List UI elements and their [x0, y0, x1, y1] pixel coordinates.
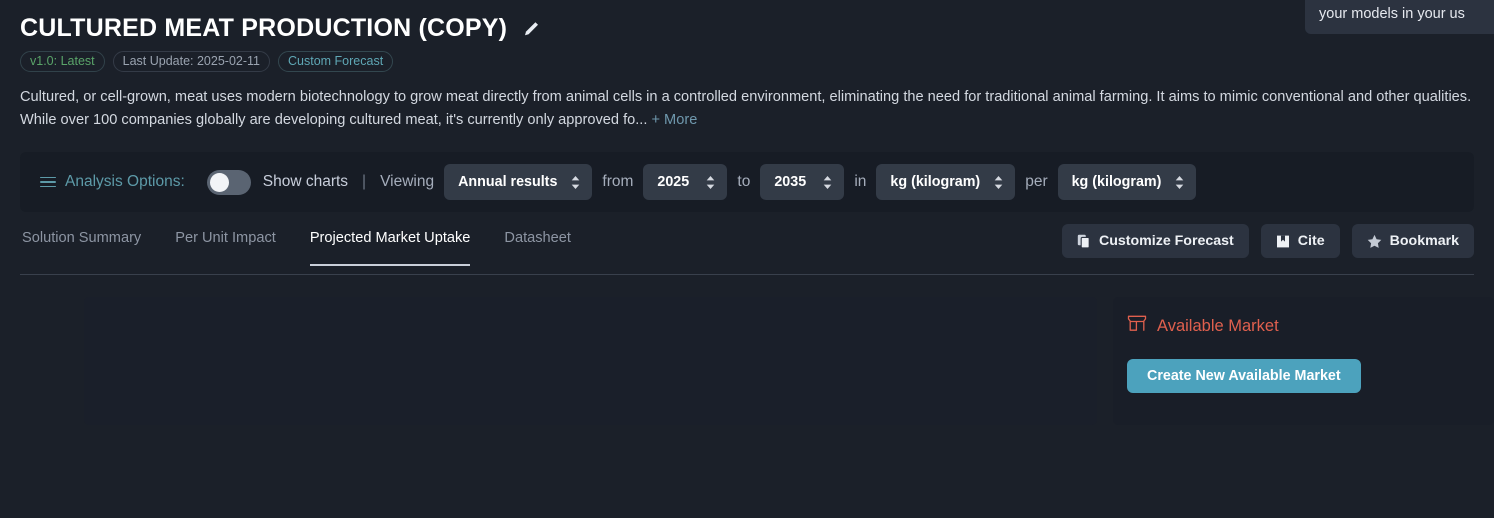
viewing-label: Viewing [380, 173, 435, 190]
per-unit-select[interactable]: kg (kilogram) [1057, 164, 1197, 200]
description-text: Cultured, or cell-grown, meat uses moder… [20, 89, 1472, 128]
available-market-panel: Available Market Create New Available Ma… [1113, 297, 1494, 425]
from-label: from [602, 173, 634, 190]
from-year-value: 2025 [657, 174, 690, 190]
to-year-value: 2035 [774, 174, 807, 190]
results-period-value: Annual results [458, 174, 558, 190]
action-buttons: Customize Forecast Cite Bookmark [1061, 224, 1474, 258]
available-market-title: Available Market [1157, 316, 1279, 335]
description-block: Cultured, or cell-grown, meat uses moder… [20, 86, 1474, 132]
show-charts-toggle[interactable] [206, 169, 251, 195]
tabs-row: Solution Summary Per Unit Impact Project… [20, 224, 1474, 274]
badge-last-update: Last Update: 2025-02-11 [112, 51, 270, 72]
analysis-options-bar: Analysis Options: Show charts | Viewing … [20, 152, 1474, 212]
tooltip-text: your models in your us [1319, 6, 1465, 22]
results-period-select[interactable]: Annual results [444, 164, 593, 200]
from-year-select[interactable]: 2025 [643, 164, 728, 200]
content-area: Available Market Create New Available Ma… [0, 297, 1494, 425]
chevron-updown-icon [570, 175, 581, 190]
page-header: Cultured Meat Production (Copy) v1.0: La… [0, 0, 1494, 72]
cite-label: Cite [1297, 233, 1325, 249]
tab-list: Solution Summary Per Unit Impact Project… [20, 230, 571, 266]
content-divider [20, 274, 1474, 275]
bookmark-label: Bookmark [1389, 233, 1459, 249]
customize-forecast-label: Customize Forecast [1098, 233, 1234, 249]
available-market-header: Available Market [1127, 315, 1494, 337]
tab-per-unit-impact[interactable]: Per Unit Impact [175, 230, 276, 264]
in-unit-select[interactable]: kg (kilogram) [876, 164, 1016, 200]
chart-panel [84, 297, 1097, 425]
analysis-options-menu[interactable]: Analysis Options: [40, 173, 185, 191]
star-icon [1367, 234, 1382, 249]
cite-button[interactable]: Cite [1260, 224, 1340, 258]
hamburger-icon [40, 176, 56, 188]
tab-solution-summary[interactable]: Solution Summary [22, 230, 141, 264]
bookmark-button[interactable]: Bookmark [1351, 224, 1474, 258]
badge-custom-forecast: Custom Forecast [278, 51, 394, 72]
per-label: per [1025, 173, 1048, 190]
chevron-updown-icon [822, 175, 833, 190]
title-row: Cultured Meat Production (Copy) [20, 14, 1494, 43]
create-available-market-label: Create New Available Market [1147, 368, 1341, 384]
customize-forecast-button[interactable]: Customize Forecast [1061, 224, 1249, 258]
more-link[interactable]: + More [651, 112, 697, 128]
badge-version: v1.0: Latest [20, 51, 105, 72]
badge-list: v1.0: Latest Last Update: 2025-02-11 Cus… [20, 51, 1494, 72]
chevron-updown-icon [1174, 175, 1185, 190]
book-icon [1276, 234, 1290, 249]
create-available-market-button[interactable]: Create New Available Market [1127, 359, 1361, 393]
to-label: to [737, 173, 751, 190]
copy-icon [1077, 234, 1091, 249]
pencil-icon[interactable] [521, 19, 541, 39]
tab-datasheet[interactable]: Datasheet [504, 230, 571, 264]
chevron-updown-icon [993, 175, 1004, 190]
per-unit-value: kg (kilogram) [1071, 174, 1162, 190]
in-unit-value: kg (kilogram) [890, 174, 981, 190]
to-year-select[interactable]: 2035 [760, 164, 845, 200]
store-icon [1127, 315, 1147, 337]
in-label: in [854, 173, 867, 190]
tooltip-fragment: your models in your us [1305, 0, 1494, 34]
chevron-updown-icon [705, 175, 716, 190]
analysis-options-label: Analysis Options: [65, 173, 185, 190]
page-title: Cultured Meat Production (Copy) [20, 14, 508, 42]
tab-projected-market-uptake[interactable]: Projected Market Uptake [309, 230, 471, 266]
options-separator: | [362, 173, 367, 190]
show-charts-label: Show charts [262, 173, 349, 190]
